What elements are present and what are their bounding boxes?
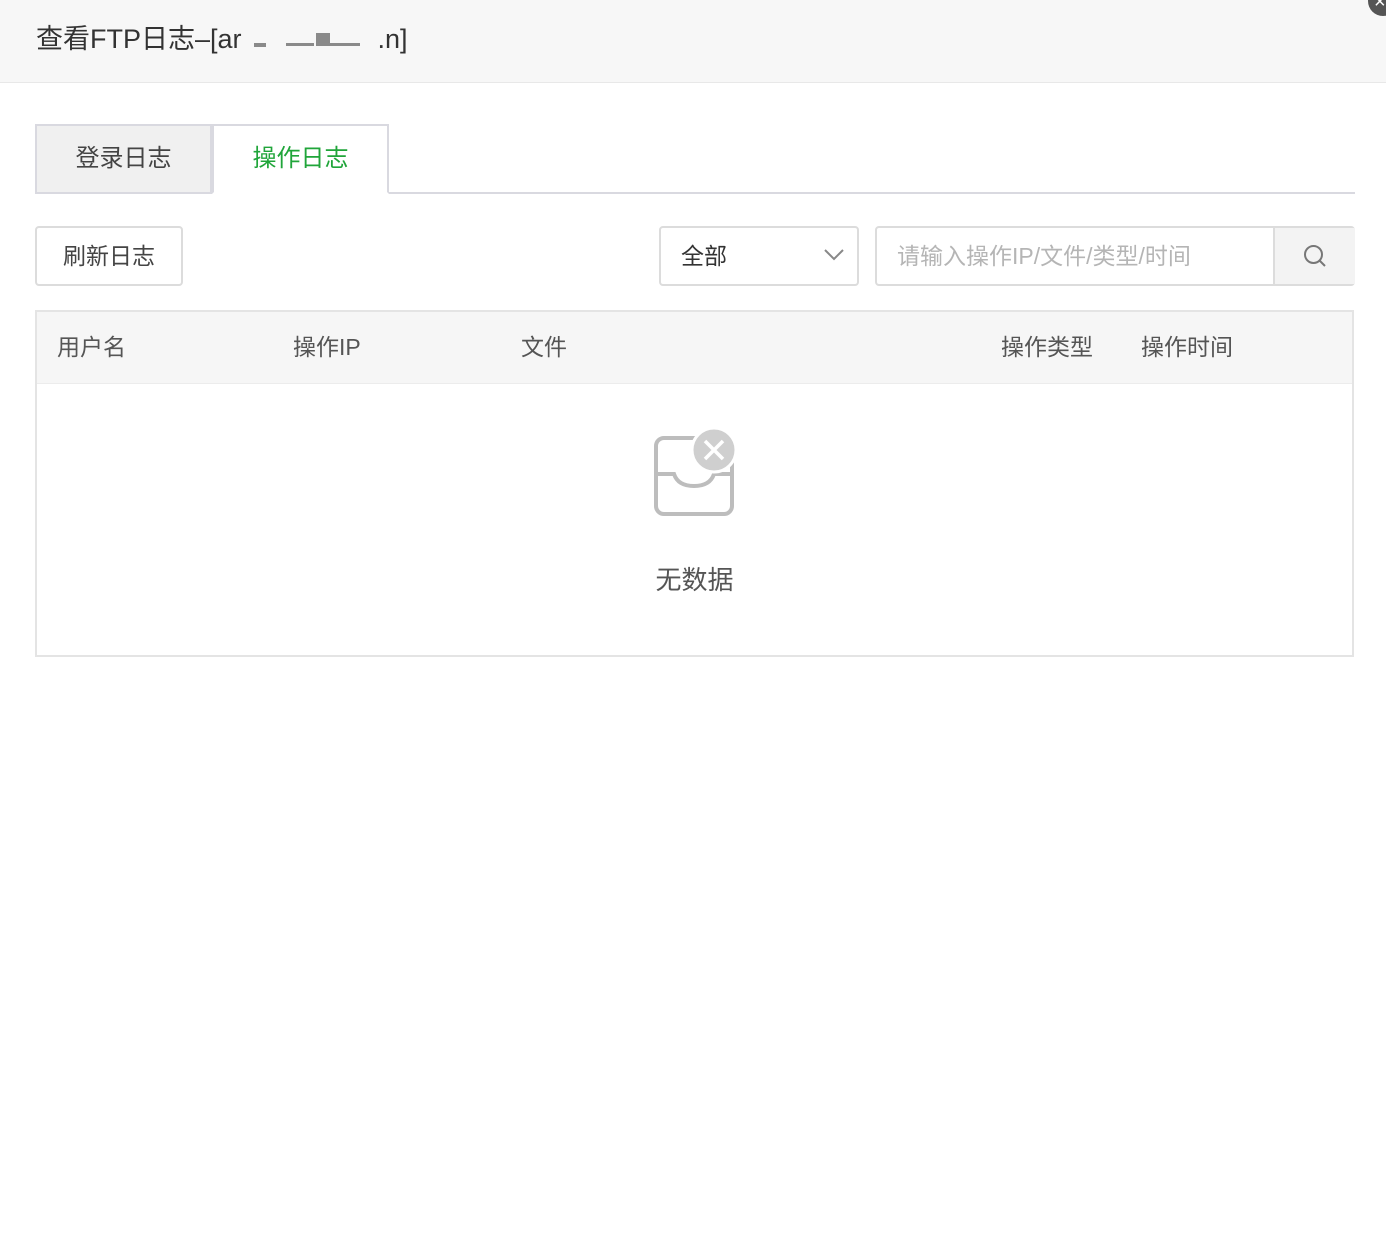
dialog-title-suffix: .n] xyxy=(377,24,408,54)
filter-select-value: 全部 xyxy=(681,243,727,269)
chevron-down-icon xyxy=(824,249,844,261)
column-header-operation-time: 操作时间 xyxy=(1141,334,1233,360)
log-tabs: 登录日志 操作日志 xyxy=(35,124,1355,194)
log-table: 用户名 操作IP 文件 操作类型 操作时间 无数据 xyxy=(35,310,1354,657)
dialog-header: 查看FTP日志–[ar .n] xyxy=(0,0,1386,83)
search-icon xyxy=(1304,245,1326,267)
filter-select[interactable]: 全部 xyxy=(659,226,859,286)
table-header: 用户名 操作IP 文件 操作类型 操作时间 xyxy=(37,312,1352,384)
tab-operation-log[interactable]: 操作日志 xyxy=(212,124,389,194)
search-box xyxy=(875,226,1355,286)
search-button[interactable] xyxy=(1273,228,1355,284)
column-header-username: 用户名 xyxy=(57,334,126,360)
refresh-log-button[interactable]: 刷新日志 xyxy=(35,226,183,286)
tab-login-log[interactable]: 登录日志 xyxy=(35,124,212,192)
search-input[interactable] xyxy=(877,228,1273,284)
column-header-file: 文件 xyxy=(521,334,567,360)
column-header-operation-type: 操作类型 xyxy=(1001,334,1093,360)
dialog-title-prefix: 查看FTP日志–[ar xyxy=(36,24,242,54)
close-icon[interactable] xyxy=(1368,0,1386,16)
dialog-title: 查看FTP日志–[ar .n] xyxy=(36,22,408,56)
column-header-operation-ip: 操作IP xyxy=(293,334,361,360)
redacted-text xyxy=(242,31,378,51)
empty-state-text: 无数据 xyxy=(655,565,734,595)
toolbar: 刷新日志 全部 xyxy=(35,226,1355,286)
empty-inbox-icon xyxy=(654,426,738,516)
